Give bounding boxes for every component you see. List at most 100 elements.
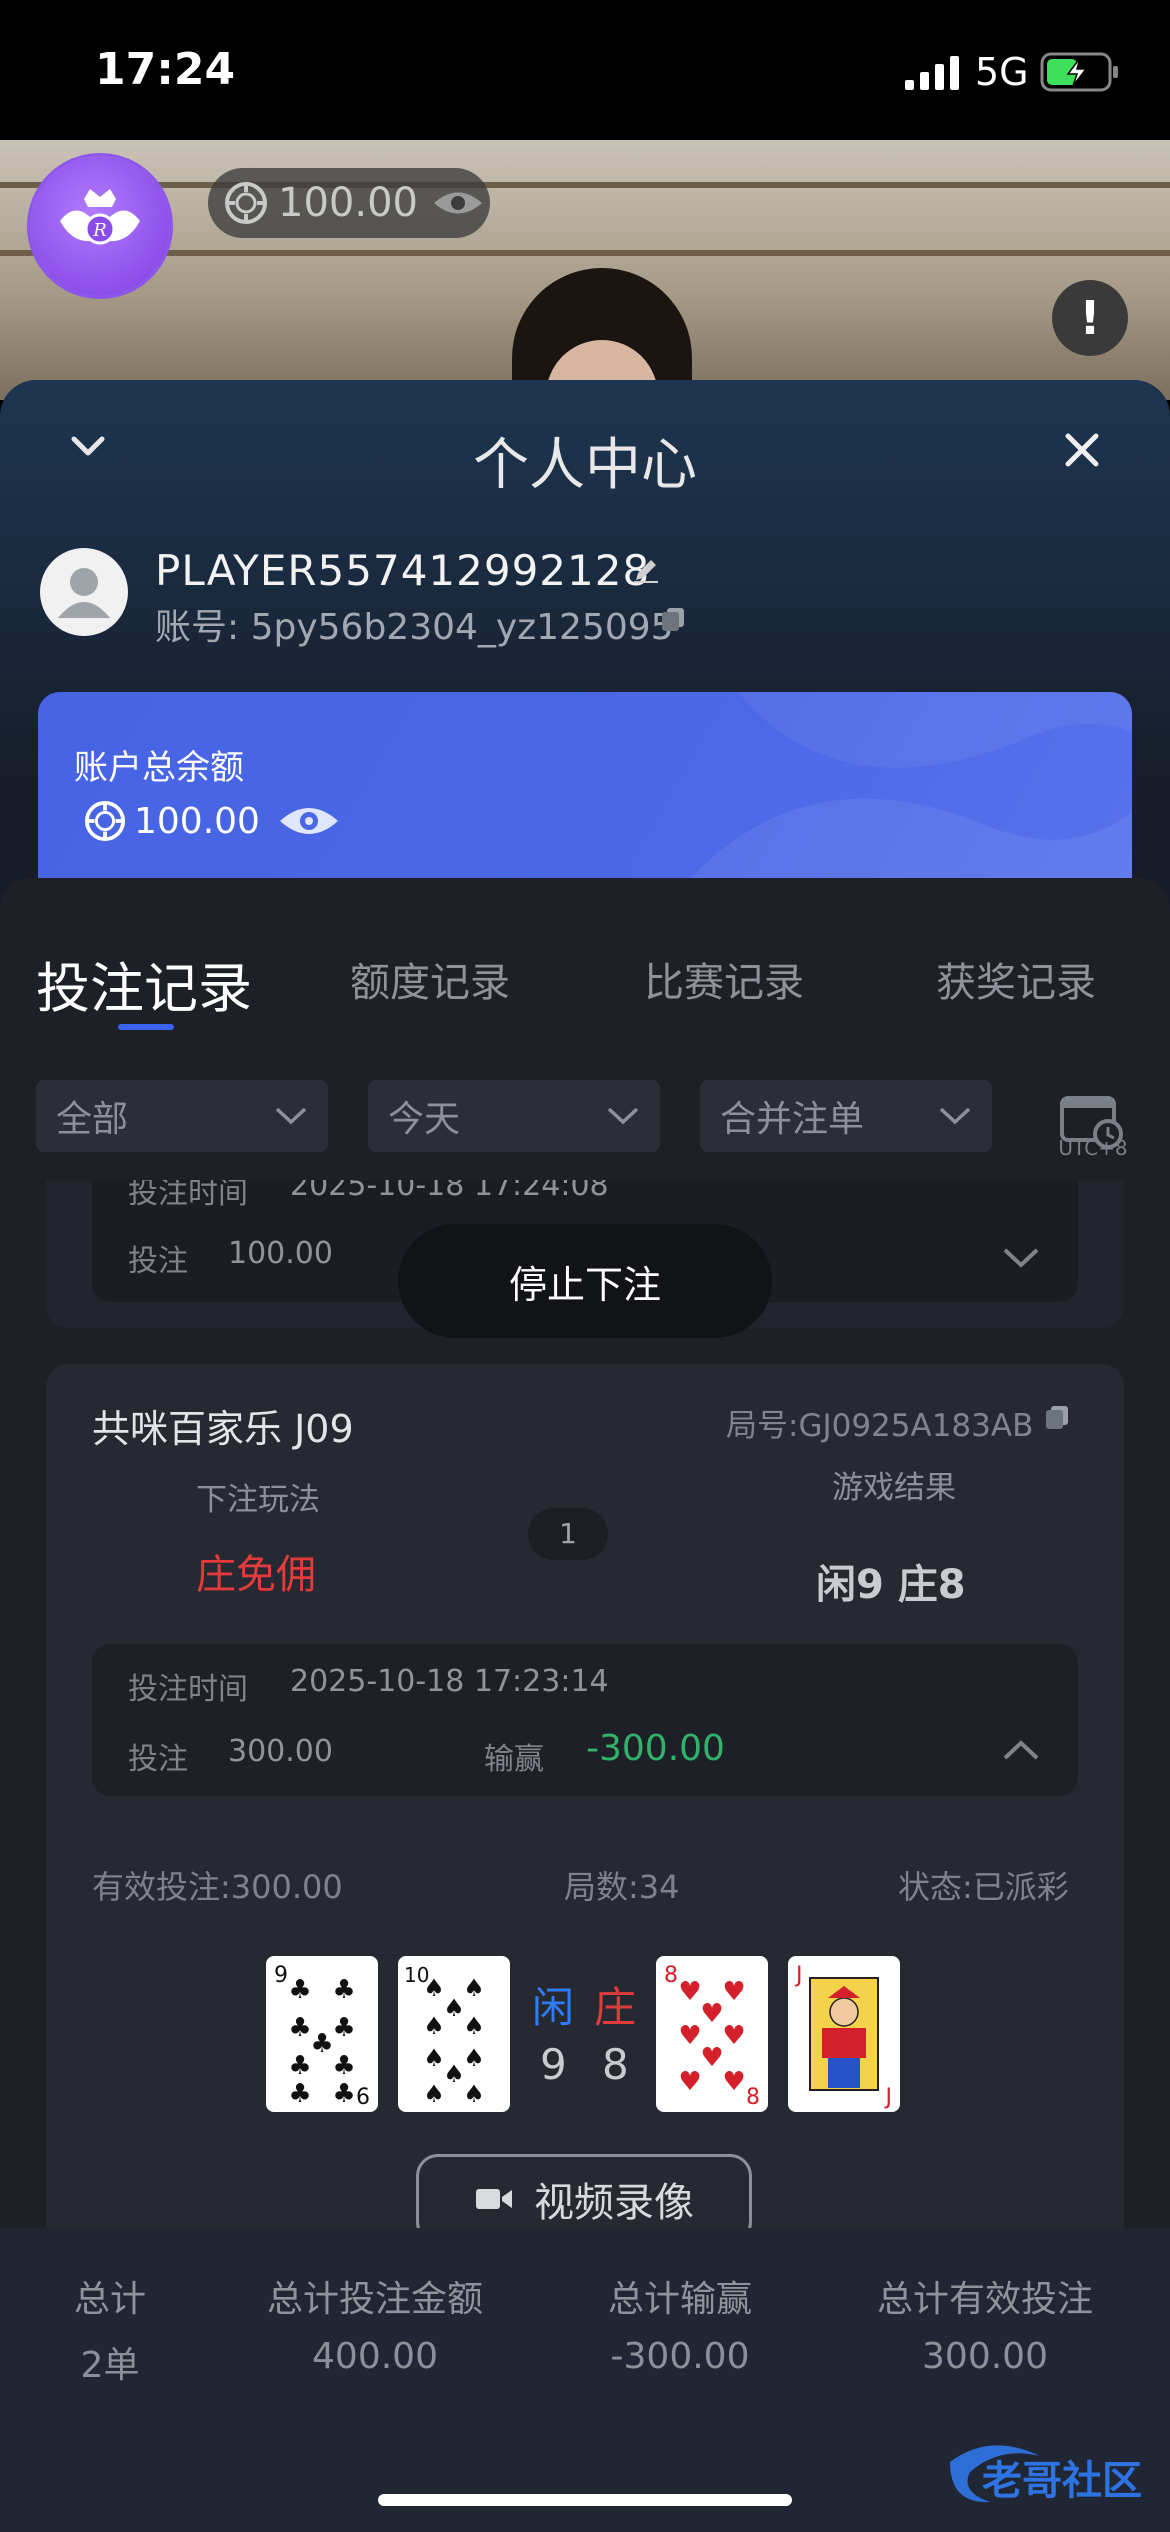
player-label: 闲 xyxy=(532,1983,575,2032)
live-video-feed xyxy=(0,140,1170,400)
svg-text:♠: ♠ xyxy=(463,2080,485,2108)
bet-amount: 100.00 xyxy=(228,1236,333,1271)
svg-text:♠: ♠ xyxy=(443,1994,465,2022)
chevron-down-icon xyxy=(607,1107,639,1125)
bet-amount-label: 投注 xyxy=(128,1244,188,1279)
edit-icon[interactable] xyxy=(632,556,660,584)
filter-date-value: 今天 xyxy=(388,1099,461,1140)
svg-text:♣: ♣ xyxy=(288,2013,311,2043)
balance-value-row: 100.00 xyxy=(84,800,340,842)
win-loss-value: -300.00 xyxy=(586,1728,725,1769)
summary-bet-amount-label: 总计投注金额 xyxy=(266,2279,483,2320)
svg-text:R: R xyxy=(92,220,107,241)
chevron-down-icon[interactable] xyxy=(1002,1246,1040,1270)
svg-text:9: 9 xyxy=(274,1963,288,1988)
banker-label: 庄 xyxy=(594,1983,637,2032)
top-balance-pill[interactable]: 100.00 xyxy=(208,168,490,238)
svg-text:♣: ♣ xyxy=(332,1975,355,2005)
summary-win-loss-label: 总计输赢 xyxy=(607,2279,752,2320)
round-number: 局号:GJ0925A183AB xyxy=(726,1408,1034,1444)
tab-bet-records[interactable]: 投注记录 xyxy=(36,944,252,1023)
chevron-down-icon xyxy=(939,1107,971,1125)
avatar[interactable] xyxy=(40,548,128,636)
close-icon[interactable] xyxy=(1060,428,1104,472)
svg-text:♥: ♥ xyxy=(678,2021,701,2051)
svg-text:♠: ♠ xyxy=(443,2060,465,2088)
bet-type-header: 下注玩法 xyxy=(196,1482,320,1518)
filter-merge-value: 合并注单 xyxy=(720,1099,865,1140)
svg-text:8: 8 xyxy=(664,1963,678,1988)
win-loss-label: 输赢 xyxy=(484,1742,544,1777)
tab-prize-records[interactable]: 获奖记录 xyxy=(936,950,1096,1008)
brand-logo[interactable]: R xyxy=(30,156,170,296)
top-balance-amount: 100.00 xyxy=(278,180,418,226)
tab-credit-records[interactable]: 额度记录 xyxy=(350,950,510,1008)
svg-text:♠: ♠ xyxy=(463,1974,485,2002)
copy-icon[interactable] xyxy=(1044,1404,1070,1430)
cellular-signal-icon xyxy=(905,56,959,90)
eye-icon[interactable] xyxy=(432,188,484,218)
summary-valid-bet-value: 300.00 xyxy=(922,2336,1048,2377)
svg-text:♥: ♥ xyxy=(678,1977,701,2007)
account-id: 账号: 5py56b2304_yz125095 xyxy=(155,607,674,648)
banker-points: 8 xyxy=(602,2040,629,2089)
eye-icon[interactable] xyxy=(278,803,340,839)
svg-text:♥: ♥ xyxy=(722,2067,745,2097)
svg-text:♠: ♠ xyxy=(423,2044,445,2072)
user-icon xyxy=(58,568,110,618)
game-result-value: 闲9 庄8 xyxy=(816,1562,966,1608)
playing-card-8-hearts: 8 8 ♥ ♥ ♥ ♥ ♥ ♥ ♥ ♥ xyxy=(656,1956,768,2112)
svg-text:♠: ♠ xyxy=(423,2012,445,2040)
filter-date-dropdown[interactable]: 今天 xyxy=(368,1080,660,1152)
summary-valid-bet-label: 总计有效投注 xyxy=(876,2279,1093,2320)
network-type: 5G xyxy=(975,50,1029,94)
svg-text:♣: ♣ xyxy=(288,2051,311,2081)
svg-text:♥: ♥ xyxy=(678,2067,701,2097)
card-wave-decoration xyxy=(678,692,1132,892)
svg-text:♣: ♣ xyxy=(310,2029,333,2059)
battery-charging-icon xyxy=(1040,52,1118,92)
watermark-logo: 老哥社区 xyxy=(950,2445,1142,2504)
bet-type-value: 庄免佣 xyxy=(196,1552,316,1598)
video-replay-label: 视频录像 xyxy=(534,2180,694,2226)
filter-type-value: 全部 xyxy=(56,1099,129,1140)
alert-icon[interactable]: ! xyxy=(1052,280,1128,356)
balance-label: 账户总余额 xyxy=(74,748,244,788)
bet-time-label: 投注时间 xyxy=(128,1672,248,1707)
summary-total-label: 总计 xyxy=(73,2279,146,2320)
svg-text:J: J xyxy=(794,1963,803,1988)
game-name: 共咪百家乐 J09 xyxy=(92,1407,354,1451)
chip-icon xyxy=(84,800,126,842)
svg-text:J: J xyxy=(884,2085,893,2110)
game-result-header: 游戏结果 xyxy=(832,1470,956,1506)
player-points: 9 xyxy=(540,2040,567,2089)
summary-bet-amount-value: 400.00 xyxy=(312,2336,438,2377)
filter-merge-dropdown[interactable]: 合并注单 xyxy=(700,1080,992,1152)
tab-match-records[interactable]: 比赛记录 xyxy=(644,950,804,1008)
svg-text:♣: ♣ xyxy=(332,2051,355,2081)
filter-type-dropdown[interactable]: 全部 xyxy=(36,1080,328,1152)
bet-time: 2025-10-18 17:23:14 xyxy=(290,1664,609,1699)
bet-amount: 300.00 xyxy=(228,1734,333,1769)
bet-count-badge: 1 xyxy=(528,1508,608,1560)
svg-text:♣: ♣ xyxy=(332,2013,355,2043)
svg-text:♣: ♣ xyxy=(288,2079,311,2109)
svg-text:♣: ♣ xyxy=(332,2079,355,2109)
svg-text:♥: ♥ xyxy=(700,2043,723,2073)
summary-win-loss-value: -300.00 xyxy=(610,2336,750,2377)
svg-text:8: 8 xyxy=(746,2085,760,2110)
balance-amount: 100.00 xyxy=(134,800,260,842)
svg-text:6: 6 xyxy=(356,2085,370,2110)
svg-text:♠: ♠ xyxy=(423,1974,445,2002)
svg-text:♥: ♥ xyxy=(700,1999,723,2029)
copy-icon[interactable] xyxy=(660,606,686,632)
balance-card xyxy=(38,692,1132,892)
home-indicator[interactable] xyxy=(378,2494,792,2506)
svg-text:老哥社区: 老哥社区 xyxy=(982,2458,1142,2504)
stop-betting-toast: 停止下注 xyxy=(398,1224,772,1338)
playing-card-jack-hearts: J J xyxy=(788,1956,900,2112)
svg-text:♠: ♠ xyxy=(463,2044,485,2072)
active-tab-indicator xyxy=(118,1024,174,1030)
chevron-up-icon[interactable] xyxy=(1002,1738,1040,1762)
chevron-down-icon xyxy=(275,1107,307,1125)
